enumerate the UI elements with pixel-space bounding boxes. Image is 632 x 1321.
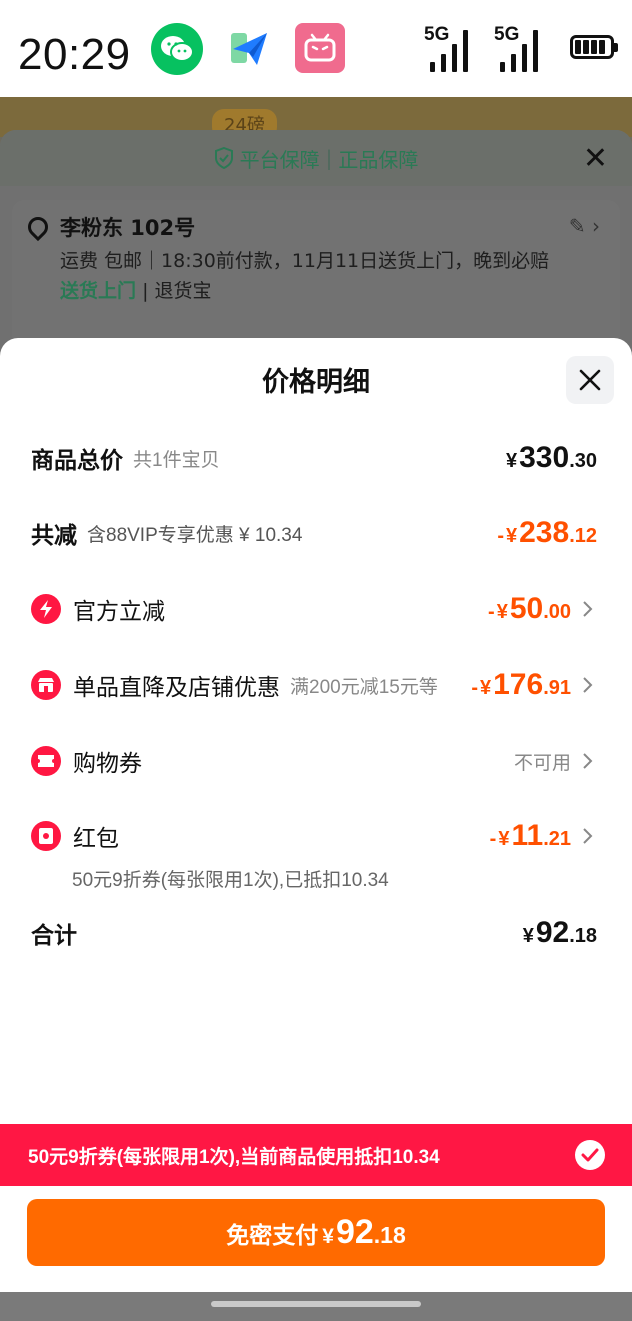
close-icon — [579, 369, 601, 391]
shop-discount-amount: - ¥176.91 — [471, 668, 571, 701]
password-free-pay-button[interactable]: 免密支付 ¥ 92 .18 — [27, 1199, 605, 1266]
grand-total-label: 合计 — [31, 922, 77, 948]
red-envelope-amount: - ¥11.21 — [489, 819, 571, 852]
authentic-guarantee: 正品保障 — [338, 147, 419, 172]
official-discount-row[interactable]: 官方立减 - ¥50.00 — [31, 589, 597, 629]
total-discount-amount: - ¥238.12 — [497, 516, 597, 549]
shield-icon — [214, 147, 233, 169]
price-detail-sheet: 价格明细 商品总价 共1件宝贝 ¥330.30 共减 含88VIP专享优惠 ¥ … — [0, 338, 632, 1124]
red-envelope-row[interactable]: 红包 - ¥11.21 — [31, 816, 597, 856]
guarantee-bar: 平台保障 | 正品保障 — [0, 130, 632, 186]
status-bar: 20:29 5G 5G — [0, 0, 632, 97]
shopping-voucher-row[interactable]: 购物券 不可用 — [31, 741, 597, 781]
red-envelope-label: 红包 — [73, 825, 119, 851]
coupon-icon — [31, 746, 61, 776]
navigation-bar — [0, 1292, 632, 1321]
address-name: 李粉东 102号 — [60, 216, 196, 240]
edit-icon[interactable]: ✎ › — [569, 214, 600, 238]
voucher-status: 不可用 — [513, 752, 571, 774]
clock: 20:29 — [18, 30, 131, 79]
close-icon[interactable]: ✕ — [583, 144, 608, 174]
grand-total-row: 合计 ¥92.18 — [31, 913, 597, 953]
goods-total-row: 商品总价 共1件宝贝 ¥330.30 — [31, 438, 597, 478]
goods-total-label: 商品总价 — [31, 447, 123, 473]
grand-total-amount: ¥92.18 — [522, 916, 597, 949]
address-card[interactable]: 李粉东 102号 ✎ › 运费 包邮｜18:30前付款，11月11日送货上门，晚… — [12, 200, 620, 357]
red-envelope-note: 50元9折券(每张限用1次),已抵扣10.34 — [72, 870, 389, 891]
pay-amount-dec: .18 — [373, 1222, 406, 1248]
service-tags: 送货上门 | 退货宝 — [60, 276, 212, 303]
close-button[interactable] — [566, 356, 614, 404]
total-discount-label: 共减 — [31, 522, 77, 548]
wechat-icon — [151, 23, 203, 75]
delivery-tag: 送货上门 — [60, 280, 137, 302]
chevron-right-icon — [583, 601, 593, 617]
chevron-right-icon — [583, 828, 593, 844]
return-tag: 退货宝 — [154, 280, 212, 302]
official-discount-label: 官方立减 — [73, 598, 165, 624]
signal-5g-2: 5G — [494, 24, 552, 72]
vip-discount-note: 含88VIP专享优惠 ¥ 10.34 — [87, 524, 303, 546]
lightning-icon — [31, 594, 61, 624]
shipping-info: 运费 包邮｜18:30前付款，11月11日送货上门，晚到必赔 — [60, 250, 550, 272]
coupon-banner-text: 50元9折券(每张限用1次),当前商品使用抵扣10.34 — [28, 1146, 440, 1168]
pay-amount-int: 92 — [335, 1213, 374, 1251]
shop-discount-note: 满200元减15元等 — [290, 676, 438, 698]
pay-button-label: 免密支付 — [226, 1222, 319, 1248]
battery-icon — [570, 35, 618, 59]
address-name-row: 李粉东 102号 — [23, 212, 196, 242]
red-envelope-icon — [31, 821, 61, 851]
checkmark-icon[interactable] — [575, 1140, 605, 1170]
shop-discount-row[interactable]: 单品直降及店铺优惠 满200元减15元等 - ¥176.91 — [31, 665, 597, 705]
guarantee-divider: | — [325, 146, 333, 170]
total-discount-row: 共减 含88VIP专享优惠 ¥ 10.34 - ¥238.12 — [31, 513, 597, 553]
chevron-right-icon — [583, 677, 593, 693]
platform-guarantee: 平台保障 — [239, 147, 320, 172]
paper-plane-icon — [223, 23, 275, 75]
chevron-right-icon — [583, 753, 593, 769]
sheet-title: 价格明细 — [262, 367, 370, 398]
shopping-voucher-label: 购物券 — [73, 750, 142, 776]
pay-currency: ¥ — [322, 1225, 334, 1248]
tag-divider: | — [142, 280, 155, 302]
signal-5g-1: 5G — [424, 24, 482, 72]
shop-discount-label: 单品直降及店铺优惠 — [73, 674, 280, 700]
official-discount-amount: - ¥50.00 — [488, 592, 571, 625]
order-sheet: 平台保障 | 正品保障 ✕ 李粉东 102号 ✎ › 运费 包邮｜18:30前付… — [0, 130, 632, 357]
home-indicator[interactable] — [211, 1301, 421, 1307]
goods-count: 共1件宝贝 — [133, 449, 220, 471]
bilibili-icon — [295, 23, 345, 73]
goods-total-amount: ¥330.30 — [506, 441, 597, 474]
background-page: 24磅 平台保障 | 正品保障 ✕ 李粉东 102号 ✎ › 运费 包邮｜18:… — [0, 97, 632, 357]
coupon-banner[interactable]: 50元9折券(每张限用1次),当前商品使用抵扣10.34 — [0, 1124, 632, 1186]
location-pin-icon — [23, 212, 53, 242]
pay-bar: 免密支付 ¥ 92 .18 — [0, 1186, 632, 1292]
shop-icon — [31, 670, 61, 700]
